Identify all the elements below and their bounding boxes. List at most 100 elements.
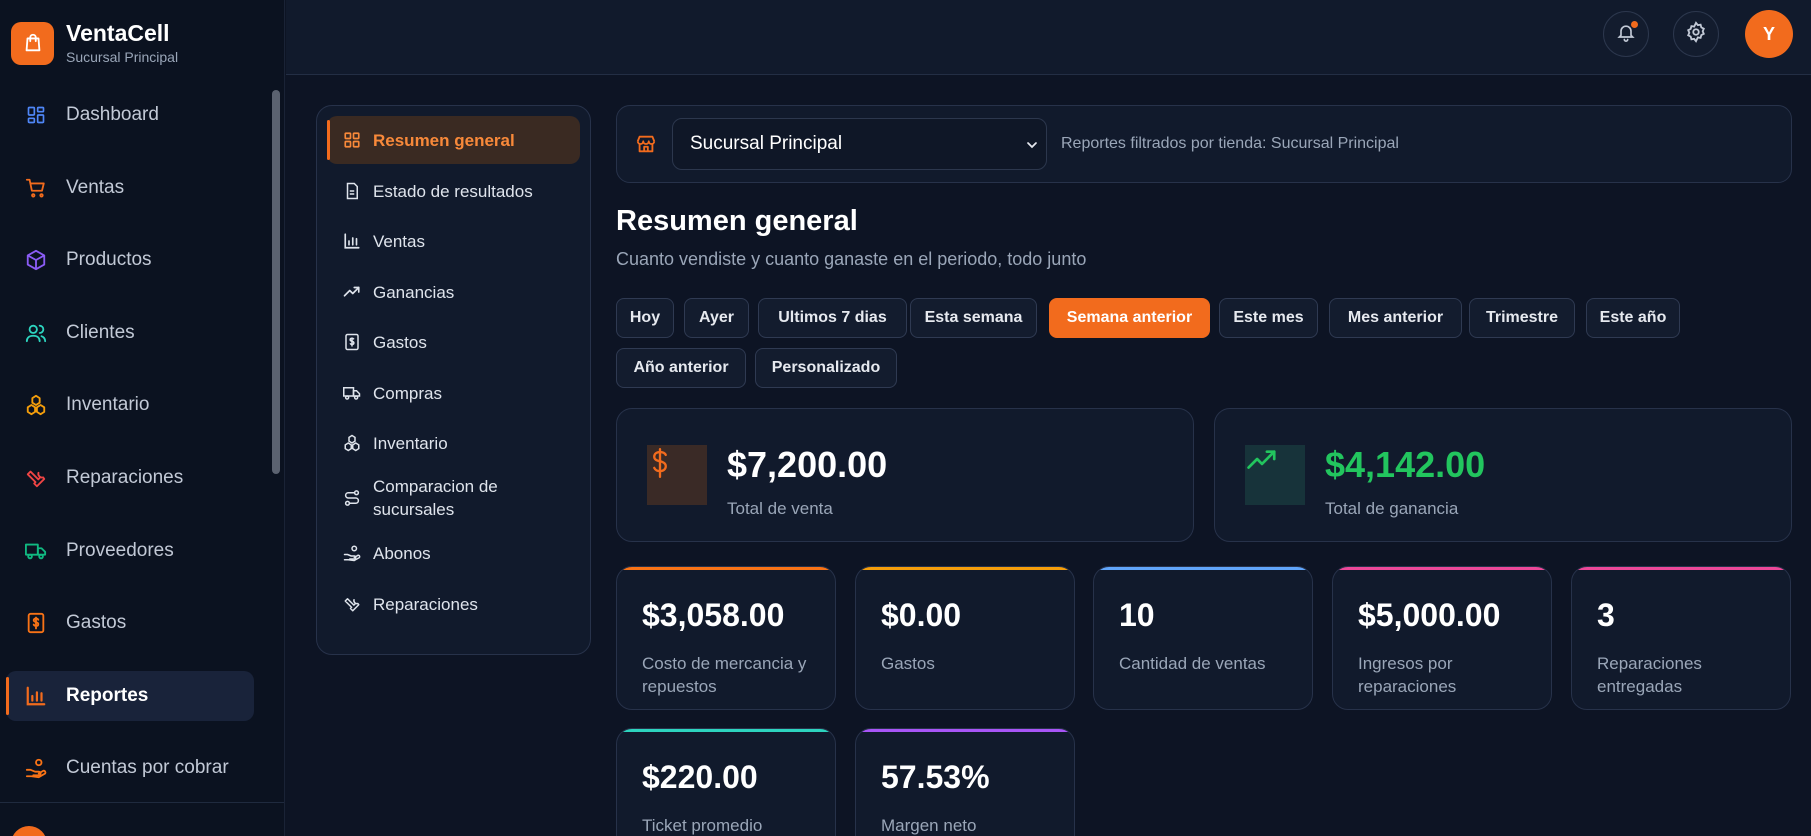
page-title: Resumen general — [616, 205, 858, 237]
report-nav-compras[interactable]: Compras — [327, 369, 580, 417]
period-chip-este-ano[interactable]: Este año — [1586, 298, 1680, 338]
store-filter-bar: Sucursal Principal Reportes filtrados po… — [616, 105, 1792, 183]
stat-value: $220.00 — [642, 759, 758, 795]
brand[interactable]: VentaCell Sucursal Principal — [11, 20, 178, 66]
report-nav-abonos[interactable]: Abonos — [327, 529, 580, 577]
sidebar-item-dashboard[interactable]: Dashboard — [6, 90, 254, 140]
document-icon — [343, 182, 361, 200]
dashboard-grid-icon — [24, 103, 48, 127]
stat-accent — [856, 729, 1074, 732]
box-icon — [24, 248, 48, 272]
stat-card-average-ticket: $220.00 Ticket promedio (ventas) — [616, 728, 836, 836]
total-sales-value: $7,200.00 — [727, 444, 888, 485]
user-avatar[interactable]: Y — [1745, 10, 1793, 58]
stat-card-expenses: $0.00 Gastos — [855, 566, 1075, 710]
sidebar-item-label: Cuentas por cobrar — [66, 757, 229, 779]
stat-card-cost: $3,058.00 Costo de mercancia y repuestos — [616, 566, 836, 710]
boxes-icon — [343, 434, 361, 452]
notifications-button[interactable] — [1603, 11, 1649, 57]
report-nav-label: Abonos — [373, 543, 431, 563]
stat-label: Gastos — [881, 654, 935, 673]
settings-button[interactable] — [1673, 11, 1719, 57]
bar-chart-icon — [343, 232, 361, 250]
report-nav-label: Gastos — [373, 332, 427, 352]
stat-label: Margen neto — [881, 816, 977, 835]
report-nav: Resumen general Estado de resultados Ven… — [316, 105, 591, 655]
report-nav-ganancias[interactable]: Ganancias — [327, 268, 580, 316]
topbar: Y — [286, 0, 1811, 75]
period-chip-ano-anterior[interactable]: Año anterior — [616, 348, 746, 388]
route-icon — [343, 489, 361, 507]
sidebar-item-label: Inventario — [66, 394, 150, 416]
report-nav-estado-de-resultados[interactable]: Estado de resultados — [327, 167, 580, 215]
sidebar-item-label: Dashboard — [66, 104, 159, 125]
sidebar-scrollbar[interactable] — [272, 90, 280, 474]
report-nav-label: Compras — [373, 383, 442, 403]
gear-icon — [1685, 20, 1707, 48]
total-profit-label: Total de ganancia — [1325, 499, 1459, 518]
sidebar-item-inventario[interactable]: Inventario — [6, 380, 254, 430]
store-select-value: Sucursal Principal — [690, 133, 843, 154]
report-nav-reparaciones[interactable]: Reparaciones — [327, 580, 580, 628]
report-nav-resumen-general[interactable]: Resumen general — [327, 116, 580, 164]
sidebar-item-productos[interactable]: Productos — [6, 235, 254, 285]
period-chip-personalizado[interactable]: Personalizado — [755, 348, 897, 388]
boxes-icon — [24, 393, 48, 417]
sidebar-item-label: Gastos — [66, 612, 127, 634]
hand-coins-icon — [343, 544, 361, 562]
chevron-down-icon — [1024, 137, 1040, 158]
stat-label: Cantidad de ventas — [1119, 654, 1266, 673]
total-sales-card: $7,200.00 Total de venta — [616, 408, 1194, 542]
wrench-icon — [343, 595, 361, 613]
report-nav-label: Comparacion de sucursales — [373, 477, 498, 519]
sidebar-footer-avatar[interactable] — [11, 826, 47, 836]
total-profit-value: $4,142.00 — [1325, 444, 1486, 485]
receipt-dollar-icon — [24, 611, 48, 635]
sidebar-item-proveedores[interactable]: Proveedores — [6, 526, 254, 576]
report-nav-inventario[interactable]: Inventario — [327, 419, 580, 467]
app-sidebar: VentaCell Sucursal Principal Dashboard V… — [0, 0, 285, 836]
store-filter-note: Reportes filtrados por tienda: Sucursal … — [1061, 135, 1399, 152]
period-chip-trimestre[interactable]: Trimestre — [1469, 298, 1575, 338]
report-nav-label: Inventario — [373, 433, 448, 453]
stat-card-repair-income: $5,000.00 Ingresos por reparaciones — [1332, 566, 1552, 710]
sidebar-item-ventas[interactable]: Ventas — [6, 163, 254, 213]
stat-value: 3 — [1597, 597, 1615, 633]
trending-up-icon — [1245, 445, 1305, 505]
period-chip-esta-semana[interactable]: Esta semana — [910, 298, 1037, 338]
shopping-bag-logo-icon — [11, 21, 54, 65]
sidebar-item-reportes[interactable]: Reportes — [6, 670, 254, 721]
period-chip-este-mes[interactable]: Este mes — [1219, 298, 1318, 338]
period-chip-semana-anterior[interactable]: Semana anterior — [1049, 298, 1210, 338]
stat-label: Ticket promedio (ventas) — [642, 816, 763, 835]
report-nav-ventas[interactable]: Ventas — [327, 217, 580, 265]
period-chip-hoy[interactable]: Hoy — [616, 298, 674, 338]
grid-icon — [343, 131, 361, 149]
stat-accent — [1572, 567, 1790, 570]
sidebar-item-gastos[interactable]: Gastos — [6, 598, 254, 648]
period-chip-ayer[interactable]: Ayer — [684, 298, 749, 338]
stat-label: Costo de mercancia y repuestos — [642, 654, 807, 696]
stat-value: $3,058.00 — [642, 597, 785, 633]
stat-accent — [617, 729, 835, 732]
notification-dot — [1631, 21, 1638, 28]
hand-coins-icon — [24, 756, 48, 780]
page-subtitle: Cuanto vendiste y cuanto ganaste en el p… — [616, 249, 1087, 269]
period-chip-mes-anterior[interactable]: Mes anterior — [1329, 298, 1462, 338]
total-profit-card: $4,142.00 Total de ganancia — [1214, 408, 1792, 542]
period-chip-ultimos-7-dias[interactable]: Ultimos 7 dias — [758, 298, 907, 338]
total-sales-label: Total de venta — [727, 499, 833, 518]
report-nav-gastos[interactable]: Gastos — [327, 318, 580, 366]
sidebar-item-cuentas-por-cobrar[interactable]: Cuentas por cobrar — [6, 743, 254, 793]
stat-card-sales-count: 10 Cantidad de ventas — [1093, 566, 1313, 710]
sidebar-item-reparaciones[interactable]: Reparaciones — [6, 453, 254, 503]
stat-value: 57.53% — [881, 759, 990, 795]
store-select[interactable]: Sucursal Principal — [672, 118, 1047, 170]
report-nav-comparacion-de-sucursales[interactable]: Comparacion de sucursales — [327, 470, 580, 526]
stat-card-repairs-delivered: 3 Reparaciones entregadas — [1571, 566, 1791, 710]
sidebar-item-label: Proveedores — [66, 539, 174, 561]
sidebar-item-clientes[interactable]: Clientes — [6, 308, 254, 358]
receipt-dollar-icon — [343, 333, 361, 351]
store-icon — [635, 133, 659, 157]
stat-accent — [1333, 567, 1551, 570]
